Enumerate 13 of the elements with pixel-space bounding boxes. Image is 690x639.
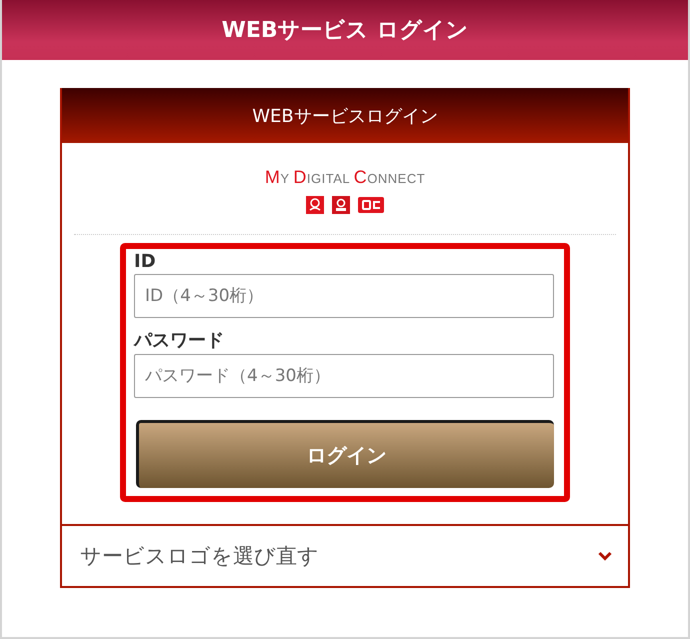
login-button[interactable]: ログイン: [136, 420, 554, 488]
input-field[interactable]: パスワード（4～30桁）: [134, 354, 554, 398]
field-label: ID: [134, 251, 157, 272]
reselect-logo-row[interactable]: サービスロゴを選び直す: [62, 524, 628, 586]
brand-mark-icon: [306, 196, 324, 214]
panel-title: WEBサービスログイン: [252, 104, 438, 128]
reselect-label: サービスロゴを選び直す: [80, 543, 319, 570]
field-label: パスワード: [134, 329, 225, 352]
brand-logo-text: MY DIGITAL CONNECT: [264, 167, 426, 188]
chevron-icon: [598, 551, 612, 561]
brand-mark-icon: [358, 197, 384, 213]
input-field[interactable]: ID（4～30桁）: [134, 274, 554, 318]
page-title: WEBサービス ログイン: [222, 17, 468, 45]
